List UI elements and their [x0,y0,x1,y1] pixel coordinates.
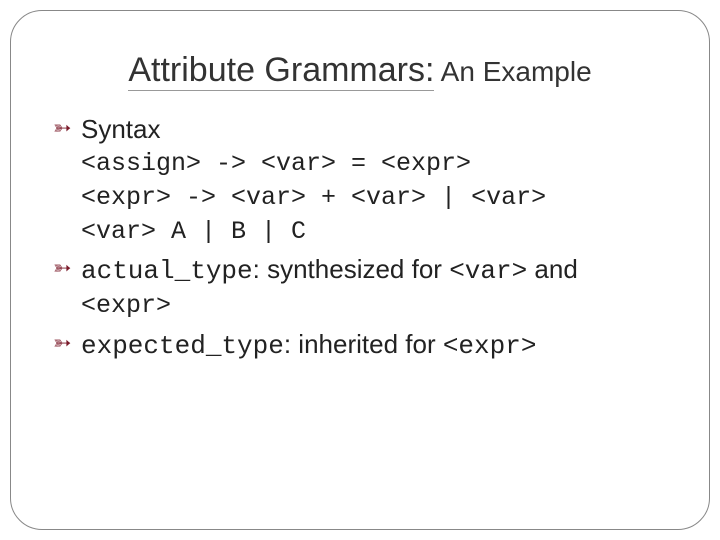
bullet-syntax: ➳ Syntax [53,112,679,147]
text: : [284,329,298,359]
grammar-line: <assign> -> <var> = <expr> [81,147,679,181]
grammar-block: <assign> -> <var> = <expr> <expr> -> <va… [53,147,679,248]
code-term: <var> [449,256,527,286]
text: synthesized for [267,254,449,284]
bullet-text: Syntax [81,112,679,147]
bullet-text: actual_type: synthesized for <var> and [81,252,679,289]
grammar-line: <var> A | B | C [81,215,679,249]
code-term: <expr> [443,331,537,361]
bullet-actual-type: ➳ actual_type: synthesized for <var> and [53,252,679,289]
title-sub: An Example [434,56,591,87]
bullet-icon: ➳ [53,112,81,144]
code-term: expected_type [81,331,284,361]
title-main: Attribute Grammars: [128,51,434,91]
content-area: ➳ Syntax <assign> -> <var> = <expr> <exp… [41,112,679,364]
bullet-icon: ➳ [53,252,81,284]
code-term: actual_type [81,256,253,286]
code-term: <expr> [81,291,171,320]
slide-frame: Attribute Grammars: An Example ➳ Syntax … [10,10,710,530]
text: and [527,254,578,284]
bullet-text: expected_type: inherited for <expr> [81,327,679,364]
text: inherited for [298,329,443,359]
text: : [253,254,267,284]
bullet-expected-type: ➳ expected_type: inherited for <expr> [53,327,679,364]
continuation-line: <expr> [53,289,679,323]
title-area: Attribute Grammars: An Example [41,51,679,90]
bullet-icon: ➳ [53,327,81,359]
grammar-line: <expr> -> <var> + <var> | <var> [81,181,679,215]
